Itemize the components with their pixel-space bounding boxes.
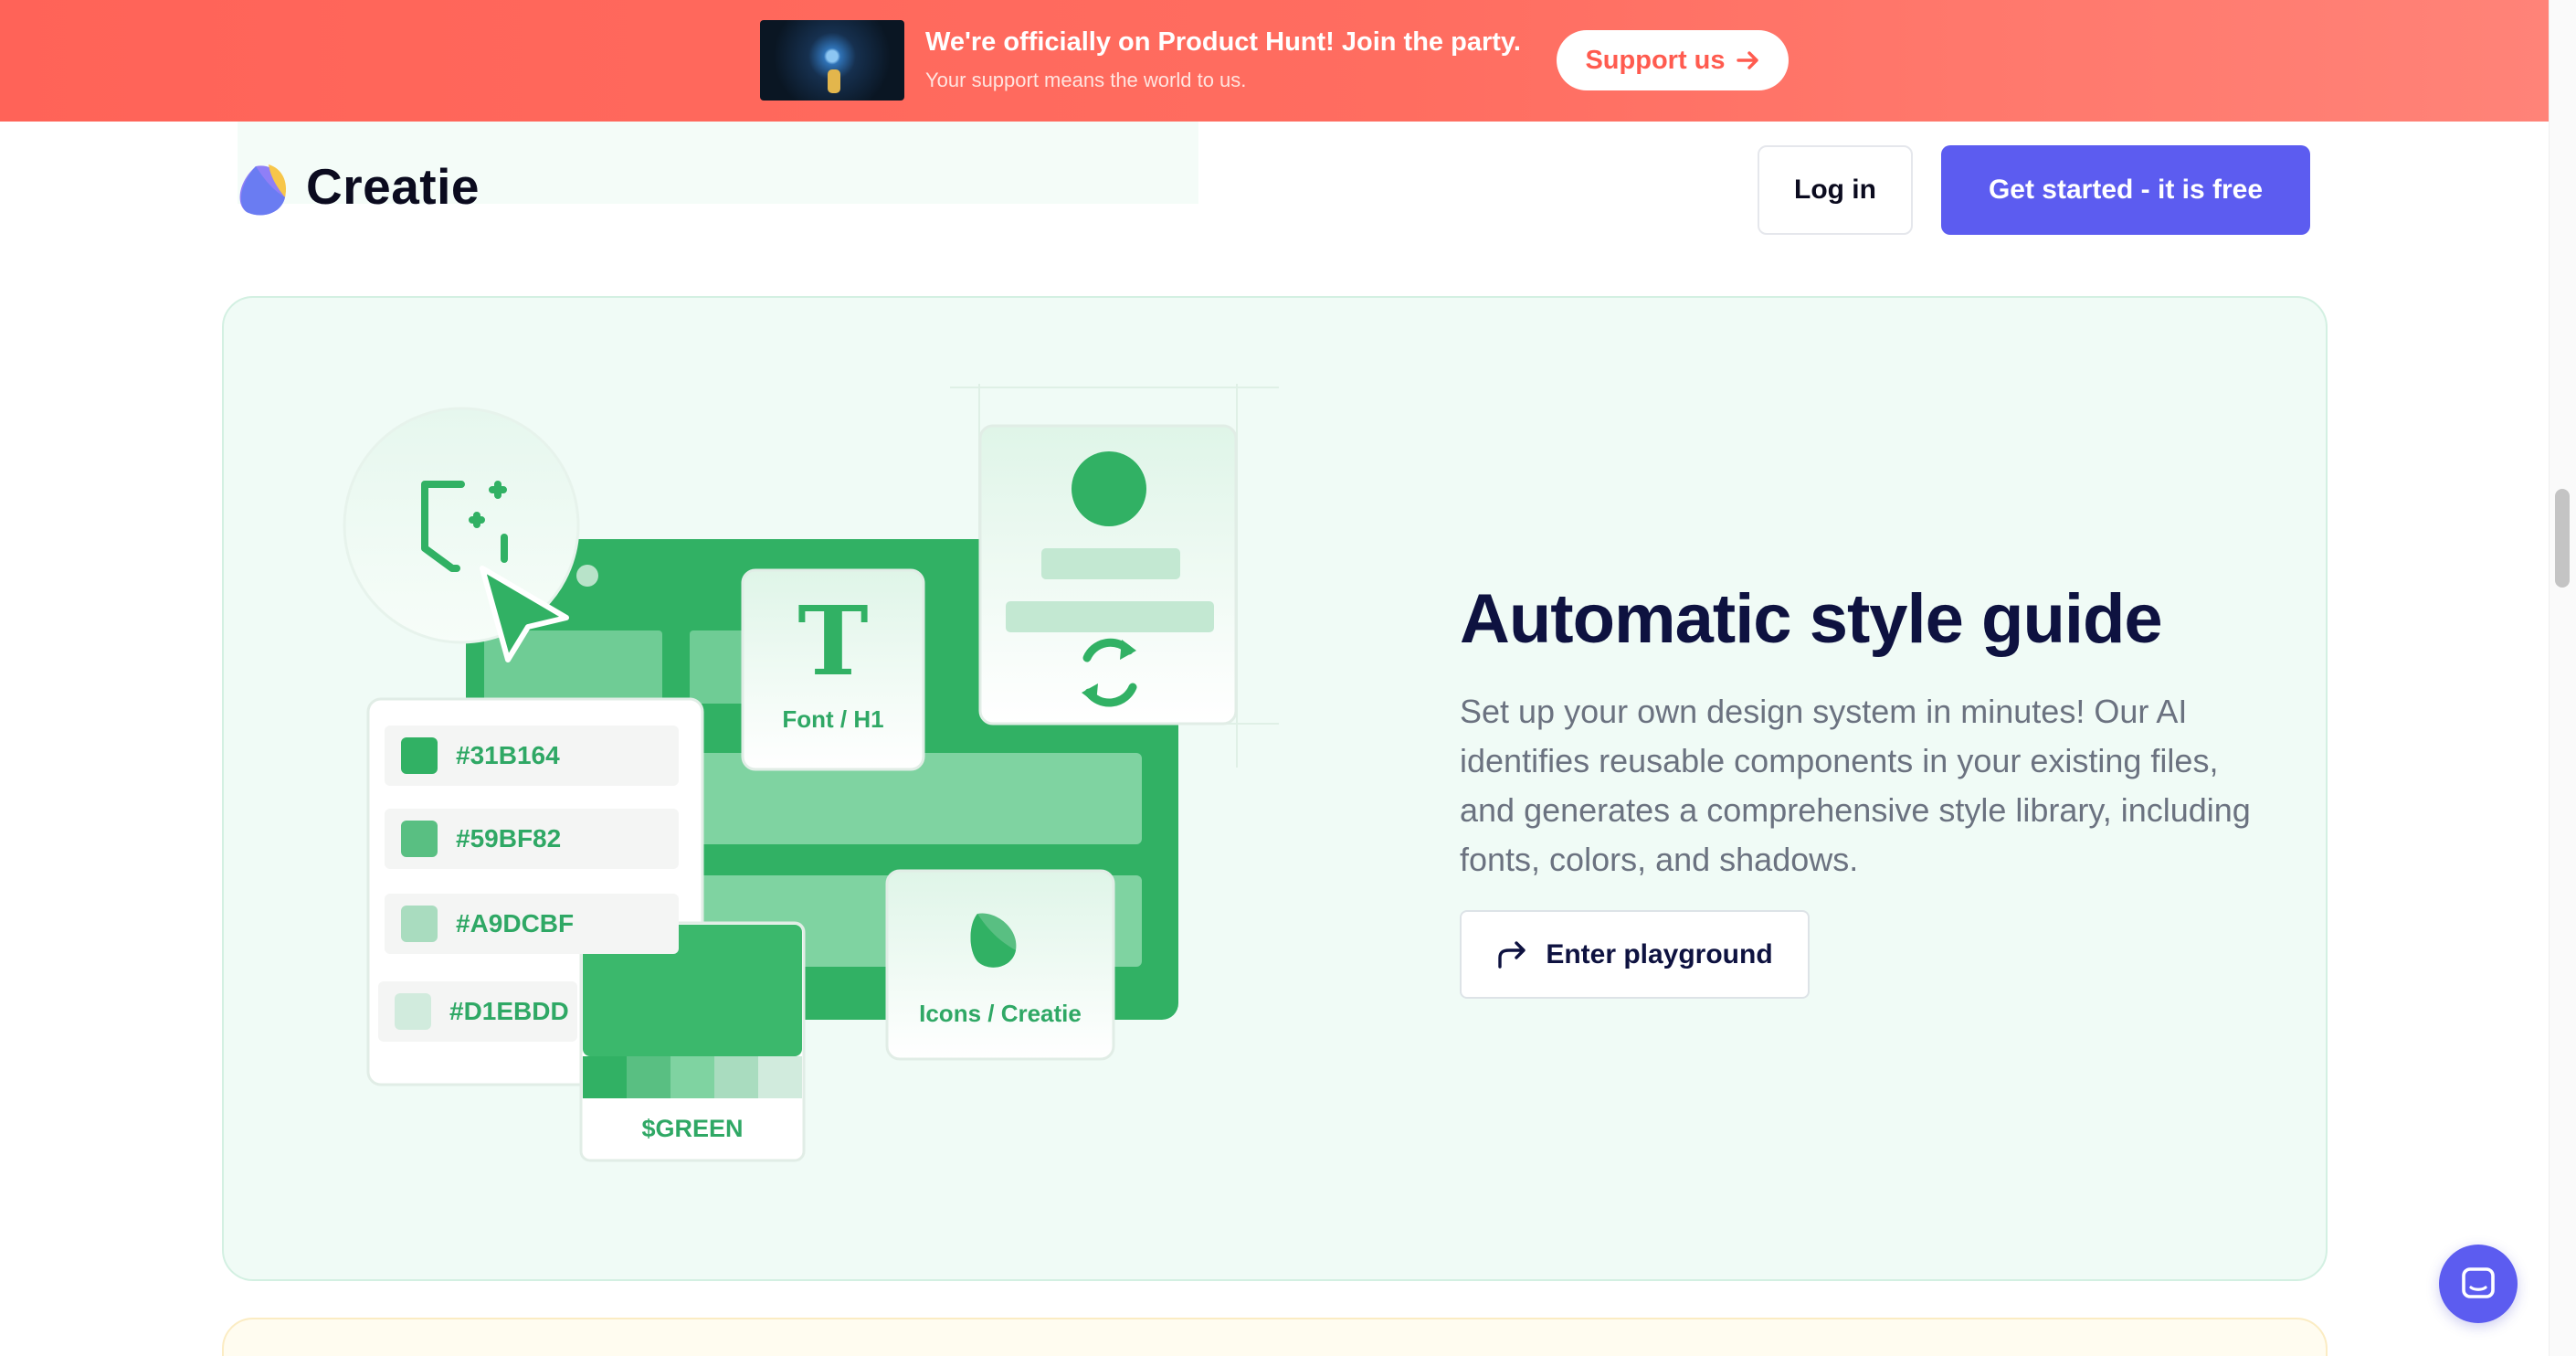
enter-playground-label: Enter playground [1546,938,1773,969]
next-feature-card [222,1318,2328,1356]
color-chip [395,993,431,1030]
swatch-row-4: #D1EBDD [378,981,577,1042]
feature-title: Automatic style guide [1460,580,2163,658]
scrollbar-track[interactable] [2549,0,2576,1356]
icons-card-label: Icons / Creatie [919,1000,1082,1027]
font-card-label: Font / H1 [782,705,884,733]
arrow-right-icon [1736,51,1758,69]
swatch-row-1: #31B164 [385,726,679,786]
font-card-glyph: T [797,585,869,697]
get-started-button[interactable]: Get started - it is free [1941,145,2310,235]
color-chip [401,821,438,857]
swatch-hex: #59BF82 [456,824,562,853]
support-us-label: Support us [1585,45,1726,75]
palette-card-label: $GREEN [641,1115,744,1142]
color-chip [401,737,438,774]
chat-launcher-button[interactable] [2439,1245,2518,1323]
login-button[interactable]: Log in [1758,145,1913,235]
avatar-placeholder [1072,451,1146,526]
style-guide-illustration [343,384,1279,1162]
redo-arrow-icon [1498,940,1526,969]
swatch-hex: #D1EBDD [449,997,569,1025]
color-chip [401,906,438,942]
chat-icon [2462,1267,2495,1298]
swatch-row-2: #59BF82 [385,809,679,869]
scrollbar-thumb[interactable] [2555,489,2570,588]
swatch-row-3: #A9DCBF [385,894,679,954]
swatch-hex: #A9DCBF [456,909,575,938]
enter-playground-button[interactable]: Enter playground [1460,910,1810,999]
feature-description: Set up your own design system in minutes… [1460,693,2251,878]
support-us-button[interactable]: Support us [1557,30,1789,90]
swatch-hex: #31B164 [456,741,560,769]
